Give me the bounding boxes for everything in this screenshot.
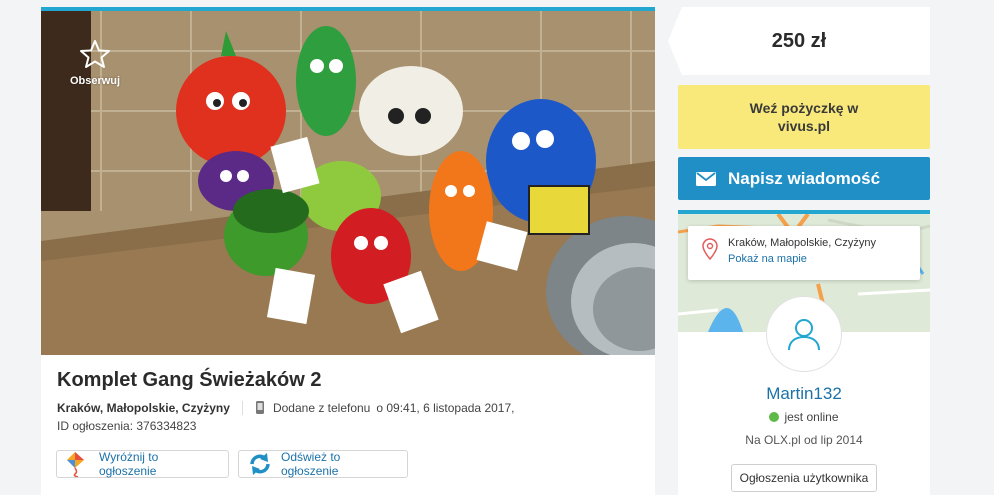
observe-label: Obserwuj — [69, 75, 121, 87]
promote-listing-label: Wyróżnij to ogłoszenie — [99, 450, 159, 478]
kite-icon — [65, 451, 91, 477]
listing-location: Kraków, Małopolskie, Czyżyny — [57, 400, 243, 415]
user-ads-button[interactable]: Ogłoszenia użytkownika — [731, 464, 877, 492]
phone-icon — [255, 400, 265, 415]
listing-title: Komplet Gang Świeżaków 2 — [57, 369, 322, 391]
member-since: Na OLX.pl od lip 2014 — [745, 433, 863, 447]
price-tag: 250 zł — [668, 7, 930, 75]
refresh-listing-label: Odśwież to ogłoszenie — [281, 450, 341, 478]
observe-button[interactable]: Obserwuj — [67, 39, 123, 87]
online-dot-icon — [769, 412, 780, 422]
refresh-listing-button[interactable]: Odśwież to ogłoszenie — [238, 450, 408, 478]
promote-listing-button[interactable]: Wyróżnij to ogłoszenie — [56, 450, 229, 478]
envelope-icon — [696, 171, 716, 186]
plush-toys-photo — [41, 11, 655, 355]
seller-card: Kraków, Małopolskie, Czyżyny Pokaż na ma… — [678, 210, 930, 495]
star-icon — [80, 40, 110, 68]
refresh-icon — [247, 451, 273, 477]
map-info-box: Kraków, Małopolskie, Czyżyny Pokaż na ma… — [688, 226, 920, 280]
send-message-button[interactable]: Napisz wiadomość — [678, 157, 930, 200]
loan-ad-button[interactable]: Weź pożyczkę w vivus.pl — [678, 85, 930, 149]
seller-username[interactable]: Martin132 — [678, 384, 930, 404]
online-status: jest online — [678, 410, 930, 424]
avatar[interactable] — [766, 296, 842, 372]
added-date: o 09:41, 6 listopada 2017, — [376, 400, 515, 415]
send-message-label: Napisz wiadomość — [728, 168, 881, 188]
listing-id: ID ogłoszenia: 376334823 — [57, 419, 197, 433]
online-status-label: jest online — [784, 410, 839, 424]
listing-panel: Obserwuj Komplet Gang Świeżaków 2 Kraków… — [41, 7, 655, 495]
map-address: Kraków, Małopolskie, Czyżyny — [728, 237, 876, 249]
listing-photo[interactable]: Obserwuj — [41, 7, 655, 355]
map-pin-icon — [702, 238, 718, 260]
added-from-phone: Dodane z telefonu — [272, 400, 371, 415]
show-on-map-link[interactable]: Pokaż na mapie — [728, 253, 807, 265]
listing-meta: Kraków, Małopolskie, Czyżyny Dodane z te… — [57, 400, 647, 415]
user-icon — [788, 319, 820, 351]
